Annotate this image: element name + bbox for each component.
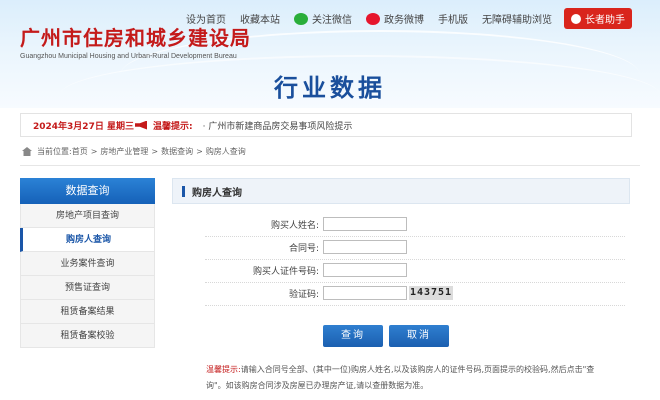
sidebar-item-lease-verify[interactable]: 租赁备案校验 xyxy=(20,324,155,348)
breadcrumb-separator: > xyxy=(196,147,203,156)
cancel-button[interactable]: 取消 xyxy=(389,325,449,347)
breadcrumb-real-estate[interactable]: 房地产业管理 xyxy=(100,146,148,157)
horn-icon xyxy=(135,120,147,130)
panel-title: 购房人查询 xyxy=(192,187,242,199)
sidebar-item-presale-query[interactable]: 预售证查询 xyxy=(20,276,155,300)
wechat-icon xyxy=(294,12,308,25)
weibo-label: 政务微博 xyxy=(384,15,424,26)
breadcrumb: 当前位置: 首页 > 房地产业管理 > 数据查询 > 购房人查询 xyxy=(22,146,246,157)
hint-body: 请输入合同号全部、(其中一位)购房人姓名,以及该购房人的证件号码,页面提示的校验… xyxy=(206,365,595,390)
row-divider xyxy=(205,305,625,306)
set-homepage-link[interactable]: 设为首页 xyxy=(186,11,226,26)
sidebar: 数据查询 房地产项目查询 购房人查询 业务案件查询 预售证查询 租赁备案结果 租… xyxy=(20,178,155,348)
breadcrumb-home[interactable]: 首页 xyxy=(72,146,88,157)
id-no-label: 购买人证件号码: xyxy=(252,267,319,277)
captcha-label: 验证码: xyxy=(288,290,319,300)
id-no-input[interactable] xyxy=(323,263,407,277)
sidebar-title: 数据查询 xyxy=(20,178,155,204)
sidebar-item-case-query[interactable]: 业务案件查询 xyxy=(20,252,155,276)
panel-accent-bar xyxy=(182,185,185,197)
site-header: 广州市住房和城乡建设局 Guangzhou Municipal Housing … xyxy=(0,0,660,108)
contract-no-label: 合同号: xyxy=(288,244,319,254)
buyer-name-label: 购买人姓名: xyxy=(270,221,319,231)
panel-header: 购房人查询 xyxy=(172,178,630,204)
wechat-label: 关注微信 xyxy=(312,15,352,26)
top-nav: 设为首页 收藏本站 关注微信 政务微博 手机版 无障碍辅助浏览 长者助手 xyxy=(172,8,632,29)
form-actions: 查询 取消 xyxy=(323,325,455,347)
buyer-name-input[interactable] xyxy=(323,217,407,231)
breadcrumb-separator: > xyxy=(90,147,98,156)
wechat-link[interactable]: 关注微信 xyxy=(294,11,352,26)
form-row: 购买人姓名: xyxy=(175,214,625,237)
hint-label: 温馨提示: xyxy=(206,365,241,374)
breadcrumb-current[interactable]: 购房人查询 xyxy=(206,146,246,157)
form-row: 合同号: xyxy=(175,237,625,260)
weibo-icon xyxy=(366,12,380,25)
captcha-input[interactable] xyxy=(323,286,407,300)
sidebar-item-project-query[interactable]: 房地产项目查询 xyxy=(20,204,155,228)
add-favorite-link[interactable]: 收藏本站 xyxy=(240,11,280,26)
home-icon xyxy=(22,147,32,156)
mobile-version-link[interactable]: 手机版 xyxy=(438,11,468,26)
notice-bar: 2024年3月27日 星期三 温馨提示: · 广州市新建商品房交易事项风险提示 xyxy=(20,113,632,137)
breadcrumb-separator: > xyxy=(151,147,159,156)
form-row: 购买人证件号码: xyxy=(175,260,625,283)
sidebar-item-lease-result[interactable]: 租赁备案结果 xyxy=(20,300,155,324)
accessible-browse-link[interactable]: 无障碍辅助浏览 xyxy=(482,11,552,26)
logo-english: Guangzhou Municipal Housing and Urban-Ru… xyxy=(20,53,237,60)
breadcrumb-prefix: 当前位置: xyxy=(37,147,72,156)
divider xyxy=(20,165,640,166)
hint-text: 温馨提示:请输入合同号全部、(其中一位)购房人姓名,以及该购房人的证件号码,页面… xyxy=(206,362,606,394)
elder-assistant-label: 长者助手 xyxy=(585,15,625,26)
buyer-query-form: 购买人姓名: 合同号: 购买人证件号码: 验证码: 143751 xyxy=(175,214,625,306)
search-button[interactable]: 查询 xyxy=(323,325,383,347)
sidebar-item-buyer-query[interactable]: 购房人查询 xyxy=(20,228,155,252)
current-date: 2024年3月27日 星期三 xyxy=(33,121,134,132)
elder-assistant-button[interactable]: 长者助手 xyxy=(564,8,632,29)
contract-no-input[interactable] xyxy=(323,240,407,254)
weibo-link[interactable]: 政务微博 xyxy=(366,11,424,26)
breadcrumb-data-query[interactable]: 数据查询 xyxy=(161,146,193,157)
captcha-image[interactable]: 143751 xyxy=(409,286,453,300)
page-title: 行业数据 xyxy=(274,73,386,102)
notice-label: 温馨提示: xyxy=(153,121,193,132)
form-row: 验证码: 143751 xyxy=(175,283,625,306)
notice-link[interactable]: · 广州市新建商品房交易事项风险提示 xyxy=(203,119,353,132)
elder-icon xyxy=(571,13,581,24)
